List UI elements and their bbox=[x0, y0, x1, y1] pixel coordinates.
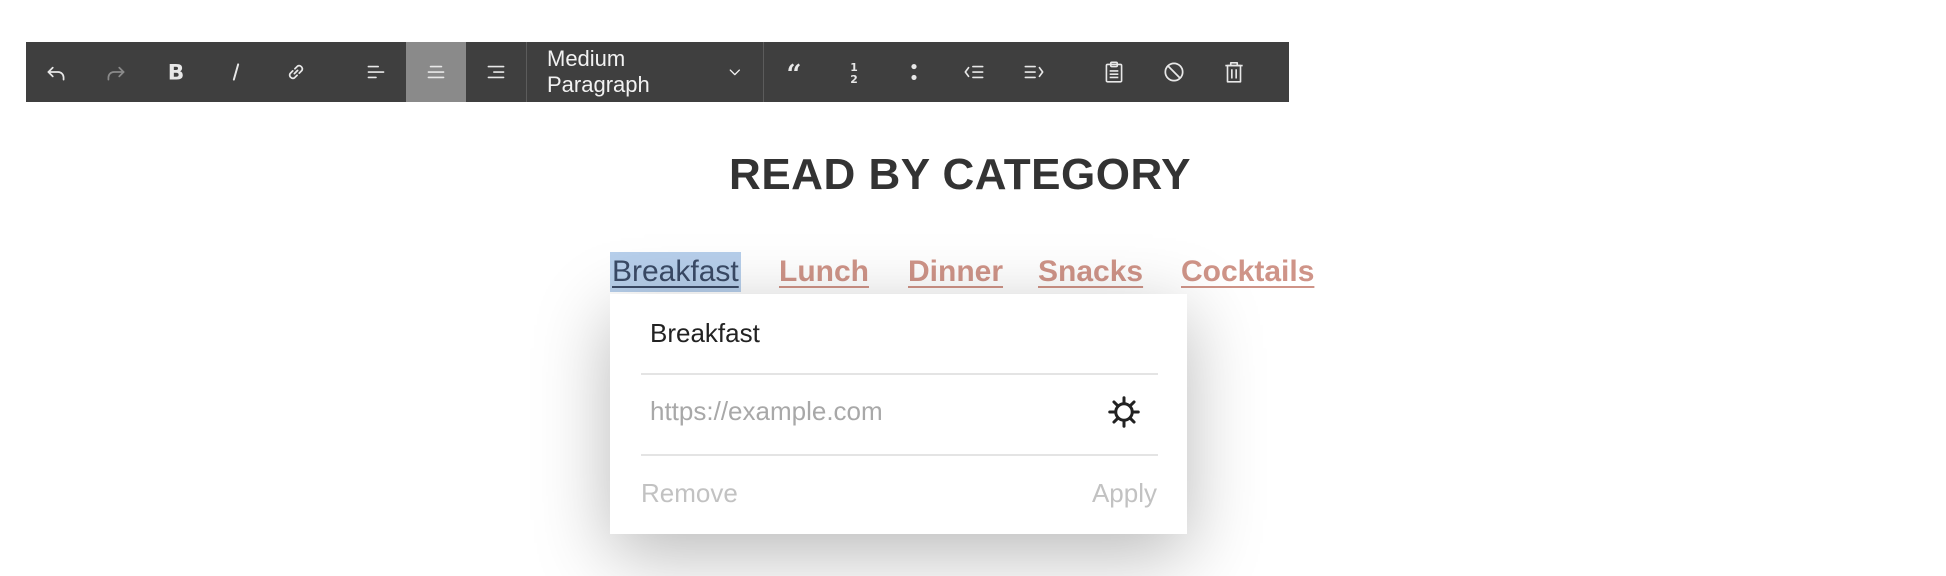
remove-button[interactable]: Remove bbox=[641, 478, 738, 509]
quote-icon: “ bbox=[787, 60, 802, 85]
align-left-icon bbox=[367, 65, 385, 79]
url-input[interactable] bbox=[648, 390, 1072, 432]
paste-button[interactable] bbox=[1084, 42, 1144, 102]
indent-icon bbox=[1024, 65, 1044, 79]
align-center-button[interactable] bbox=[406, 42, 466, 102]
svg-text:“: “ bbox=[787, 60, 802, 85]
bullet-list-icon bbox=[911, 63, 917, 81]
link-editor-popup: Breakfast Remove Apply bbox=[610, 294, 1187, 534]
apply-button[interactable]: Apply bbox=[1092, 478, 1157, 509]
numbered-list-icon: 12 bbox=[850, 61, 858, 85]
bullet-list-button[interactable] bbox=[884, 42, 944, 102]
category-link-lunch[interactable]: Lunch bbox=[779, 252, 869, 292]
align-right-icon bbox=[487, 65, 505, 79]
clipboard-icon bbox=[1105, 61, 1123, 83]
undo-button[interactable] bbox=[26, 42, 86, 102]
undo-icon bbox=[47, 66, 65, 81]
indent-button[interactable] bbox=[1004, 42, 1064, 102]
align-left-button[interactable] bbox=[346, 42, 406, 102]
section-heading: READ BY CATEGORY bbox=[729, 150, 1191, 199]
category-link-cocktails[interactable]: Cocktails bbox=[1181, 252, 1314, 292]
editor-toolbar: B Medium Paragraph “ 12 bbox=[26, 42, 1289, 102]
category-link-snacks[interactable]: Snacks bbox=[1038, 252, 1143, 292]
category-link-dinner[interactable]: Dinner bbox=[908, 252, 1003, 292]
clear-format-button[interactable] bbox=[1144, 42, 1204, 102]
svg-text:B: B bbox=[168, 61, 185, 85]
trash-icon bbox=[1225, 61, 1243, 83]
italic-button[interactable] bbox=[206, 42, 266, 102]
gear-icon bbox=[1108, 396, 1140, 428]
delete-button[interactable] bbox=[1204, 42, 1264, 102]
bold-icon: B bbox=[168, 61, 185, 85]
no-format-icon bbox=[1164, 62, 1184, 82]
outdent-icon bbox=[964, 65, 984, 79]
redo-button[interactable] bbox=[86, 42, 146, 102]
align-center-icon bbox=[427, 65, 445, 79]
bold-button[interactable]: B bbox=[146, 42, 206, 102]
redo-icon bbox=[107, 66, 125, 81]
outdent-button[interactable] bbox=[944, 42, 1004, 102]
divider bbox=[641, 373, 1158, 375]
chevron-down-icon bbox=[729, 69, 741, 76]
divider bbox=[641, 454, 1158, 456]
link-settings-button[interactable] bbox=[1106, 394, 1142, 430]
link-button[interactable] bbox=[266, 42, 326, 102]
ordered-list-button[interactable]: 12 bbox=[824, 42, 884, 102]
svg-text:2: 2 bbox=[850, 73, 858, 85]
link-icon bbox=[288, 64, 304, 80]
link-text-field[interactable]: Breakfast bbox=[650, 318, 760, 349]
align-right-button[interactable] bbox=[466, 42, 526, 102]
paragraph-style-label: Medium Paragraph bbox=[547, 46, 650, 97]
category-link-breakfast[interactable]: Breakfast bbox=[610, 252, 741, 292]
paragraph-style-select[interactable]: Medium Paragraph bbox=[527, 42, 763, 102]
blockquote-button[interactable]: “ bbox=[764, 42, 824, 102]
italic-icon bbox=[232, 63, 240, 81]
